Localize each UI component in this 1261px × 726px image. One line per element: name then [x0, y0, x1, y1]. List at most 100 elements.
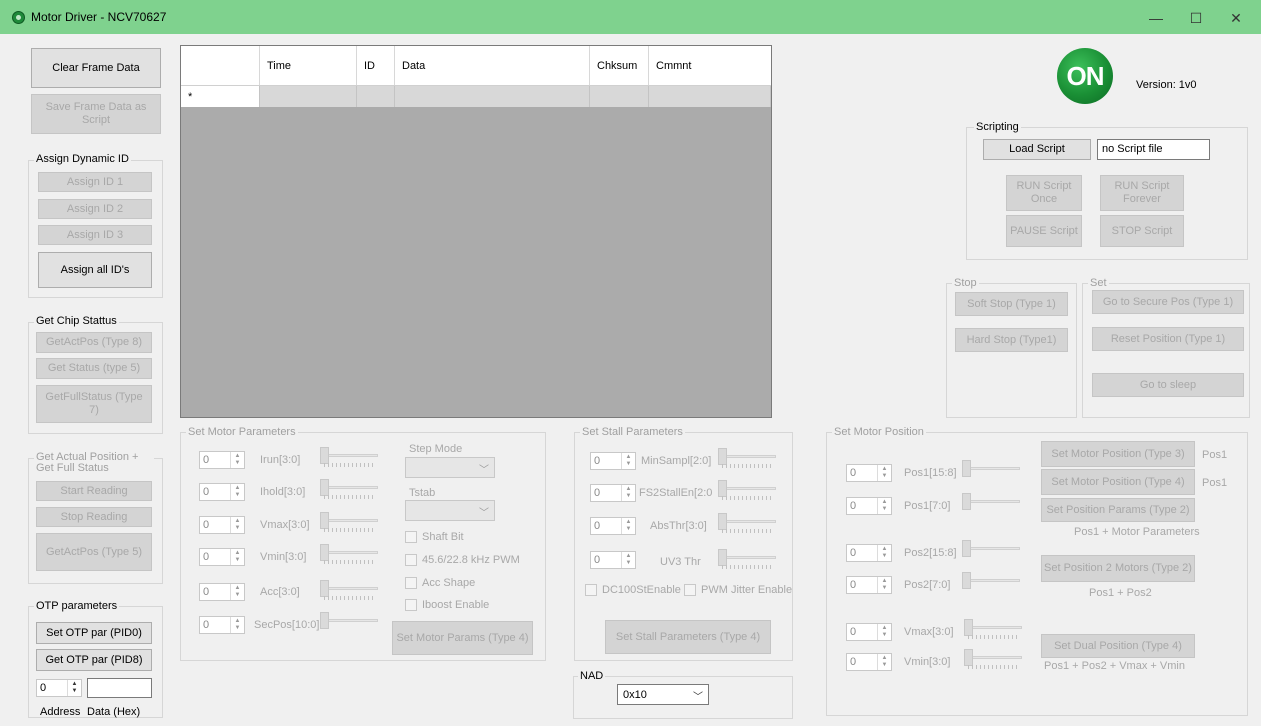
reset-position-button[interactable]: Reset Position (Type 1) [1092, 327, 1244, 351]
set-stall-params-button[interactable]: Set Stall Parameters (Type 4) [605, 620, 771, 654]
nad-select[interactable]: 0x10 ﹀ [617, 684, 709, 705]
set-position-2-motors-button[interactable]: Set Position 2 Motors (Type 2) [1041, 555, 1195, 582]
table-cell[interactable] [590, 86, 649, 107]
dc100-checkbox[interactable]: DC100StEnable [585, 584, 681, 596]
spinner-arrows-icon[interactable]: ▲ ▼ [621, 453, 635, 469]
maximize-button[interactable]: ☐ [1176, 6, 1216, 30]
pos-vmax-spinner[interactable]: 0 ▲ ▼ [846, 623, 892, 641]
assign-all-button[interactable]: Assign all ID's [38, 252, 152, 288]
get-act-pos-type5-button[interactable]: GetActPos (Type 5) [36, 533, 152, 571]
pos2-lo-slider[interactable] [962, 572, 1020, 594]
table-cell[interactable] [649, 86, 771, 107]
set-motor-params-button[interactable]: Set Motor Params (Type 4) [392, 621, 533, 655]
fs2stallen-slider[interactable] [718, 480, 776, 502]
grid-col-cmmnt[interactable]: Cmmnt [649, 46, 771, 85]
iboost-checkbox[interactable]: Iboost Enable [405, 599, 489, 611]
secpos-spinner[interactable]: 0 ▲ ▼ [199, 616, 245, 634]
spinner-arrows-icon[interactable]: ▲ ▼ [877, 465, 891, 481]
uv3thr-slider[interactable] [718, 549, 776, 571]
irun-spinner[interactable]: 0 ▲ ▼ [199, 451, 245, 469]
pos1-hi-slider[interactable] [962, 460, 1020, 482]
spinner-arrows-icon[interactable]: ▲ ▼ [621, 485, 635, 501]
soft-stop-button[interactable]: Soft Stop (Type 1) [955, 292, 1068, 316]
get-status-type5-button[interactable]: Get Status (type 5) [36, 358, 152, 379]
grid-new-row[interactable]: * [181, 86, 771, 107]
spinner-arrows-icon[interactable]: ▲ ▼ [230, 584, 244, 600]
spinner-arrows-icon[interactable]: ▲ ▼ [230, 484, 244, 500]
acc-shape-checkbox[interactable]: Acc Shape [405, 577, 475, 589]
absthr-spinner[interactable]: 0 ▲ ▼ [590, 517, 636, 535]
load-script-button[interactable]: Load Script [983, 139, 1091, 160]
save-frame-button[interactable]: Save Frame Data as Script [31, 94, 161, 134]
spinner-arrows-icon[interactable]: ▲ ▼ [877, 498, 891, 514]
pos1-lo-slider[interactable] [962, 493, 1020, 515]
set-motor-position-type4-button[interactable]: Set Motor Position (Type 4) [1041, 469, 1195, 495]
vmin-slider[interactable] [320, 544, 378, 566]
pwm-checkbox[interactable]: 45.6/22.8 kHz PWM [405, 554, 520, 566]
spinner-arrows-icon[interactable]: ▲ ▼ [230, 617, 244, 633]
spinner-arrows-icon[interactable]: ▲ ▼ [67, 680, 81, 696]
acc-spinner[interactable]: 0 ▲ ▼ [199, 583, 245, 601]
shaft-bit-checkbox[interactable]: Shaft Bit [405, 531, 464, 543]
run-once-button[interactable]: RUN Script Once [1006, 175, 1082, 211]
start-reading-button[interactable]: Start Reading [36, 481, 152, 501]
pos2-lo-spinner[interactable]: 0 ▲ ▼ [846, 576, 892, 594]
stop-reading-button[interactable]: Stop Reading [36, 507, 152, 527]
checkbox-box[interactable] [585, 584, 597, 596]
table-cell[interactable] [357, 86, 395, 107]
pwm-jitter-checkbox[interactable]: PWM Jitter Enable [684, 584, 792, 596]
spinner-arrows-icon[interactable]: ▲ ▼ [230, 452, 244, 468]
irun-slider[interactable] [320, 447, 378, 469]
get-full-status-button[interactable]: GetFullStatus (Type 7) [36, 385, 152, 423]
run-forever-button[interactable]: RUN Script Forever [1100, 175, 1184, 211]
frame-data-grid[interactable]: Time ID Data Chksum Cmmnt * [180, 45, 772, 418]
vmax-slider[interactable] [320, 512, 378, 534]
vmax-spinner[interactable]: 0 ▲ ▼ [199, 516, 245, 534]
spinner-arrows-icon[interactable]: ▲ ▼ [877, 545, 891, 561]
acc-slider[interactable] [320, 580, 378, 602]
close-button[interactable]: ✕ [1216, 6, 1256, 30]
set-otp-button[interactable]: Set OTP par (PID0) [36, 622, 152, 644]
pos-vmin-slider[interactable] [964, 649, 1022, 671]
pos1-lo-spinner[interactable]: 0 ▲ ▼ [846, 497, 892, 515]
grid-col-data[interactable]: Data [395, 46, 590, 85]
checkbox-box[interactable] [405, 531, 417, 543]
minsampl-spinner[interactable]: 0 ▲ ▼ [590, 452, 636, 470]
spinner-arrows-icon[interactable]: ▲ ▼ [877, 654, 891, 670]
minsampl-slider[interactable] [718, 448, 776, 470]
otp-data-input[interactable] [87, 678, 152, 698]
spinner-arrows-icon[interactable]: ▲ ▼ [230, 549, 244, 565]
spinner-arrows-icon[interactable]: ▲ ▼ [877, 624, 891, 640]
otp-address-spinner[interactable]: 0 ▲ ▼ [36, 679, 82, 697]
hard-stop-button[interactable]: Hard Stop (Type1) [955, 328, 1068, 352]
spinner-arrows-icon[interactable]: ▲ ▼ [621, 552, 635, 568]
get-act-pos-type8-button[interactable]: GetActPos (Type 8) [36, 332, 152, 353]
get-otp-button[interactable]: Get OTP par (PID8) [36, 649, 152, 671]
fs2stallen-spinner[interactable]: 0 ▲ ▼ [590, 484, 636, 502]
assign-id3-button[interactable]: Assign ID 3 [38, 225, 152, 245]
checkbox-box[interactable] [405, 599, 417, 611]
pos1-hi-spinner[interactable]: 0 ▲ ▼ [846, 464, 892, 482]
tstab-select[interactable]: ﹀ [405, 500, 495, 521]
secpos-slider[interactable] [320, 612, 378, 634]
ihold-slider[interactable] [320, 479, 378, 501]
assign-id2-button[interactable]: Assign ID 2 [38, 199, 152, 219]
pos-vmax-slider[interactable] [964, 619, 1022, 641]
set-dual-position-button[interactable]: Set Dual Position (Type 4) [1041, 634, 1195, 658]
spinner-arrows-icon[interactable]: ▲ ▼ [877, 577, 891, 593]
ihold-spinner[interactable]: 0 ▲ ▼ [199, 483, 245, 501]
checkbox-box[interactable] [684, 584, 696, 596]
pos2-hi-spinner[interactable]: 0 ▲ ▼ [846, 544, 892, 562]
set-position-params-button[interactable]: Set Position Params (Type 2) [1041, 498, 1195, 522]
absthr-slider[interactable] [718, 513, 776, 535]
pos2-hi-slider[interactable] [962, 540, 1020, 562]
go-to-sleep-button[interactable]: Go to sleep [1092, 373, 1244, 397]
vmin-spinner[interactable]: 0 ▲ ▼ [199, 548, 245, 566]
set-motor-position-type3-button[interactable]: Set Motor Position (Type 3) [1041, 441, 1195, 467]
assign-id1-button[interactable]: Assign ID 1 [38, 172, 152, 192]
spinner-arrows-icon[interactable]: ▲ ▼ [621, 518, 635, 534]
stop-script-button[interactable]: STOP Script [1100, 215, 1184, 247]
script-file-field[interactable]: no Script file [1097, 139, 1210, 160]
step-mode-select[interactable]: ﹀ [405, 457, 495, 478]
grid-col-chksum[interactable]: Chksum [590, 46, 649, 85]
